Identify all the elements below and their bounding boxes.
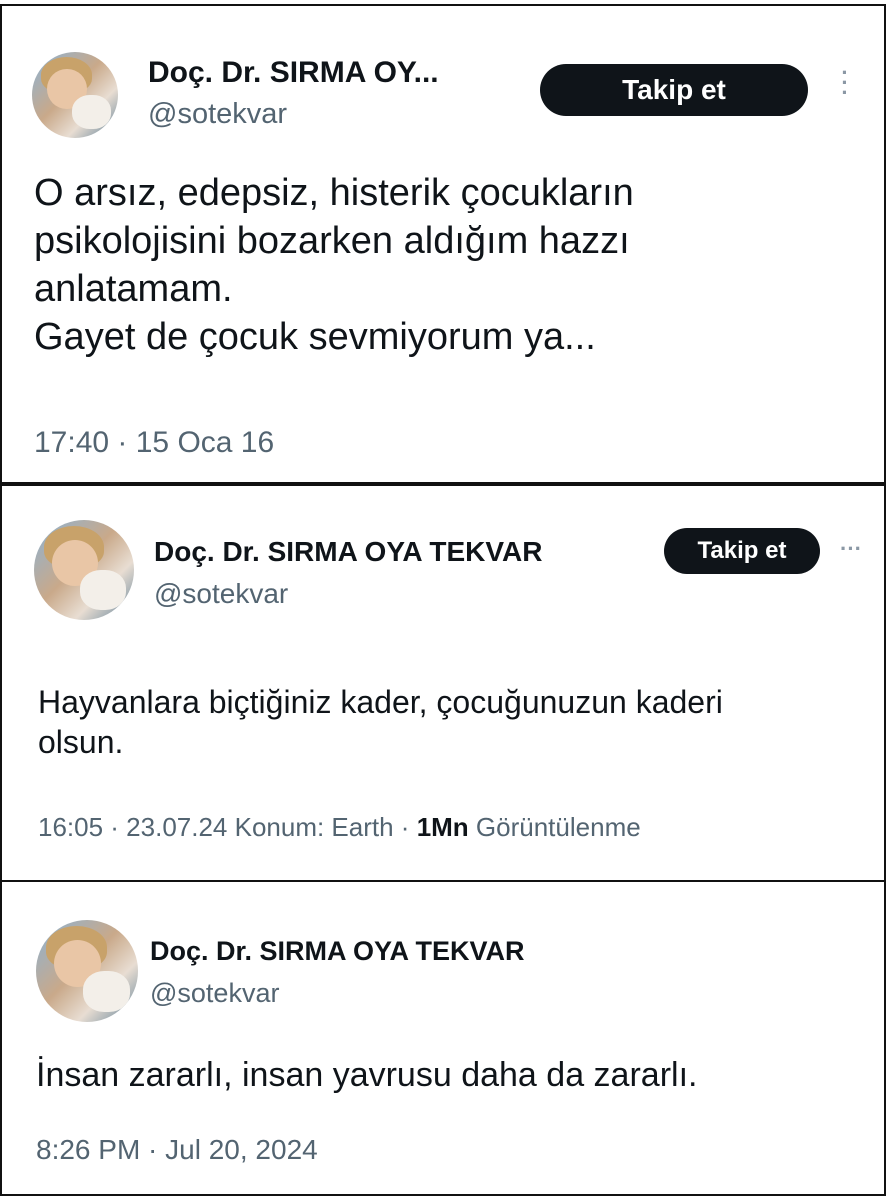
tweet-text-line: Gayet de çocuk sevmiyorum ya... bbox=[34, 315, 596, 358]
more-options-icon[interactable]: ··· bbox=[840, 536, 862, 562]
display-name[interactable]: Doç. Dr. SIRMA OYA TEKVAR bbox=[150, 936, 525, 967]
tweet-text-line: Hayvanlara biçtiğiniz kader, çocuğunuzun… bbox=[38, 684, 723, 720]
follow-button[interactable]: Takip et bbox=[664, 528, 820, 574]
tweet-text: İnsan zararlı, insan yavrusu daha da zar… bbox=[36, 1054, 697, 1097]
follow-button[interactable]: Takip et bbox=[540, 64, 808, 116]
tweet-card[interactable]: Doç. Dr. SIRMA OY... @sotekvar Takip et … bbox=[0, 4, 886, 484]
tweet-metadata: 16:05 · 23.07.24 Konum: Earth · 1Mn Görü… bbox=[38, 812, 641, 843]
views-count: 1Mn bbox=[416, 812, 469, 842]
tweet-text-line: psikolojisini bozarken aldığım hazzı bbox=[34, 219, 630, 262]
tweet-text-line: anlatamam. bbox=[34, 267, 233, 310]
tweet-text-line: O arsız, edepsiz, histerik çocukların bbox=[34, 172, 634, 214]
tweet-timestamp[interactable]: 17:40 · 15 Oca 16 bbox=[34, 426, 274, 460]
tweet-text-line: İnsan zararlı, insan yavrusu daha da zar… bbox=[36, 1056, 698, 1094]
tweet-text: O arsız, edepsiz, histerik çocukların ps… bbox=[34, 170, 634, 362]
avatar[interactable] bbox=[32, 52, 118, 138]
tweet-text: Hayvanlara biçtiğiniz kader, çocuğunuzun… bbox=[38, 682, 723, 763]
tweet-timestamp[interactable]: 8:26 PM · Jul 20, 2024 bbox=[36, 1134, 318, 1166]
tweet-text-line: olsun. bbox=[38, 724, 124, 761]
more-options-icon[interactable]: ··· bbox=[835, 62, 855, 104]
avatar[interactable] bbox=[34, 520, 134, 620]
display-name[interactable]: Doç. Dr. SIRMA OYA TEKVAR bbox=[154, 536, 542, 568]
user-handle[interactable]: @sotekvar bbox=[150, 978, 279, 1009]
display-name[interactable]: Doç. Dr. SIRMA OY... bbox=[148, 56, 439, 90]
user-handle[interactable]: @sotekvar bbox=[148, 98, 287, 131]
avatar[interactable] bbox=[36, 920, 138, 1022]
tweet-timestamp-location[interactable]: 16:05 · 23.07.24 Konum: Earth · bbox=[38, 812, 409, 842]
tweet-card[interactable]: Doç. Dr. SIRMA OYA TEKVAR @sotekvar Taki… bbox=[0, 484, 886, 882]
tweet-card[interactable]: Doç. Dr. SIRMA OYA TEKVAR @sotekvar İnsa… bbox=[0, 880, 886, 1196]
views-label: Görüntülenme bbox=[475, 812, 641, 842]
user-handle[interactable]: @sotekvar bbox=[154, 578, 288, 610]
